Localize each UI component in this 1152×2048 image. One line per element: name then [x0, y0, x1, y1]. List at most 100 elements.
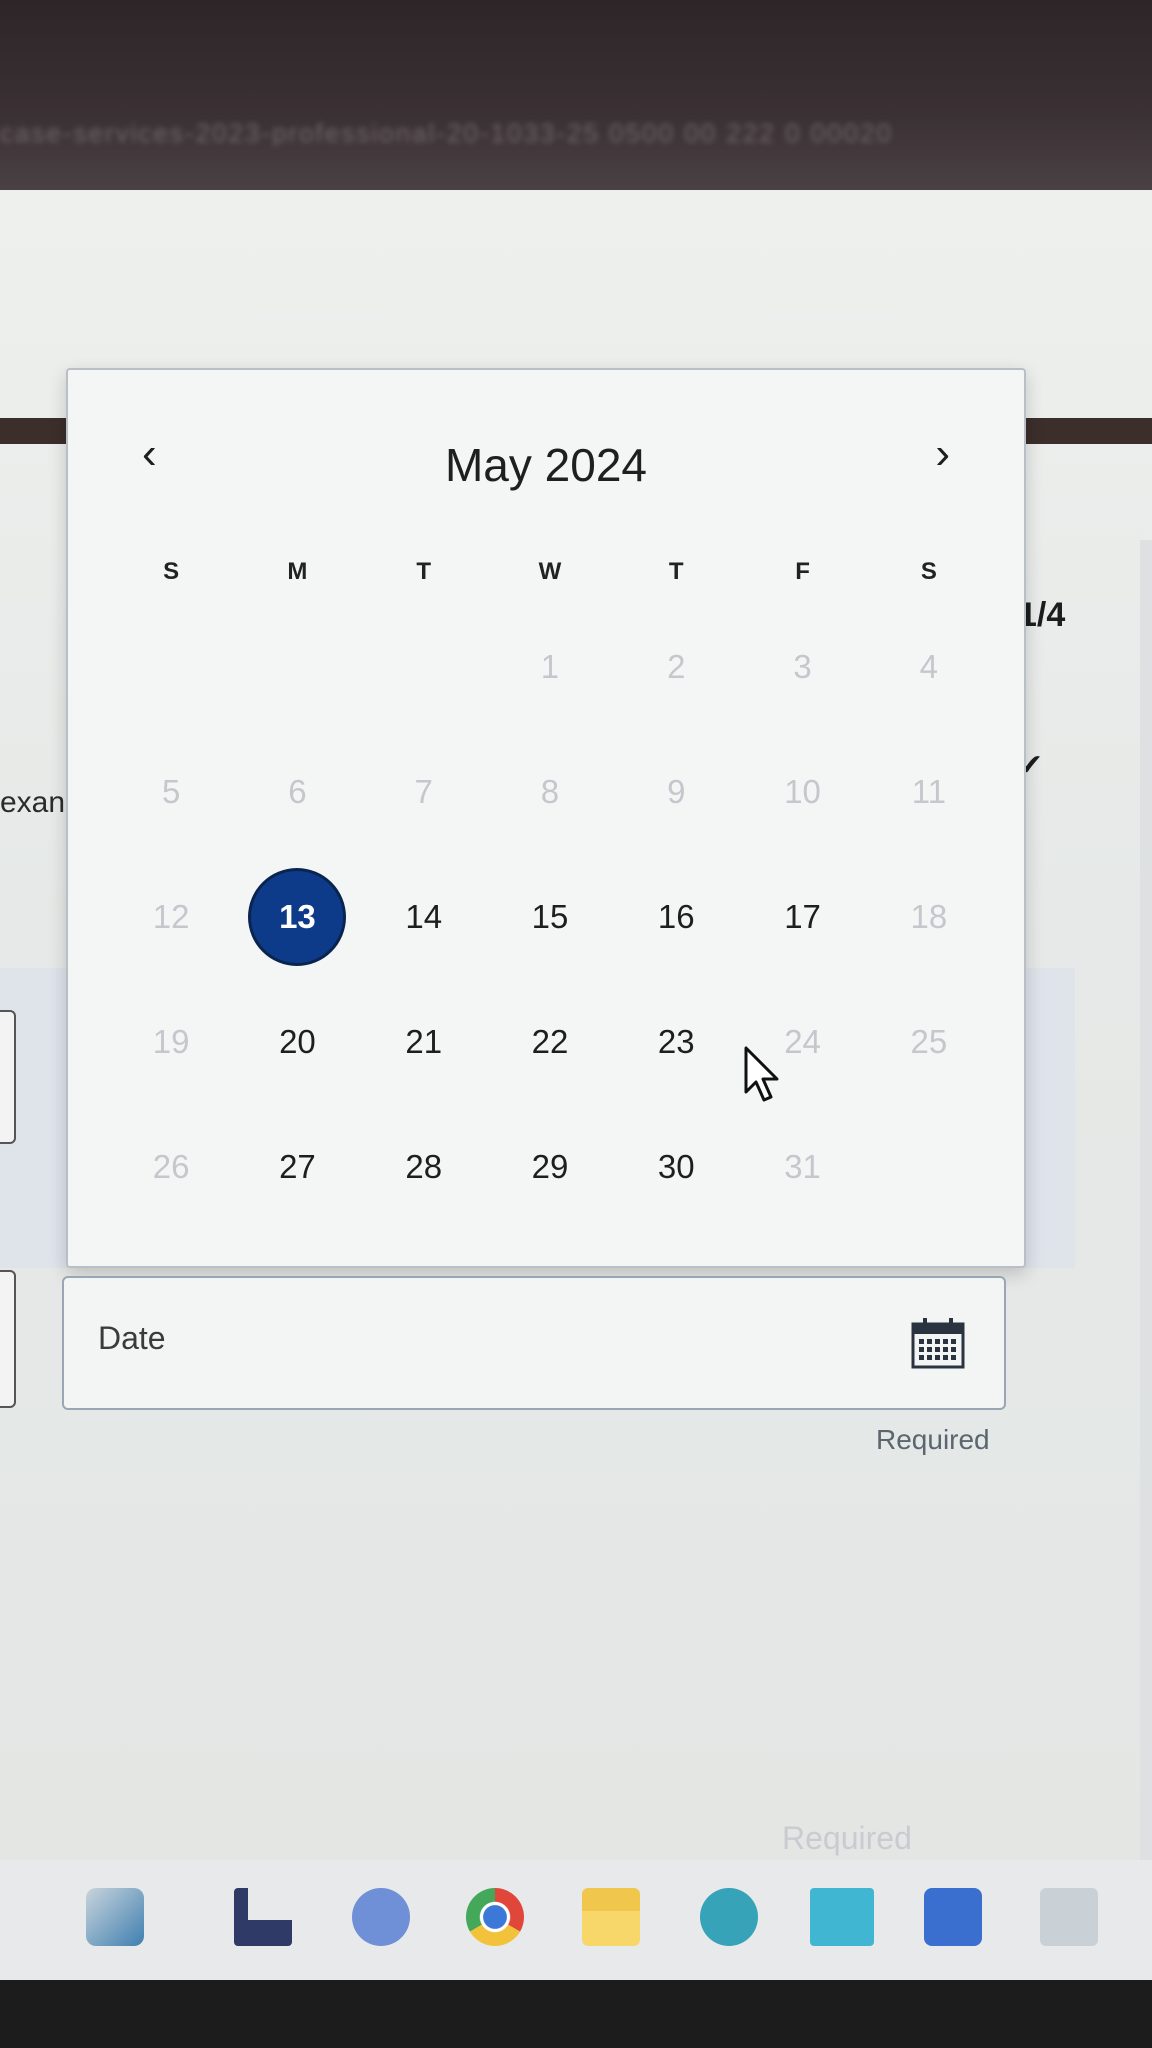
calendar-day-number: 13: [251, 870, 344, 963]
calendar-day: 25: [866, 979, 992, 1104]
calendar-day-number: 19: [152, 1022, 190, 1060]
pen-app-icon[interactable]: [86, 1888, 144, 1946]
calendar-day[interactable]: 21: [361, 979, 487, 1104]
calendar-day-number: 16: [657, 897, 695, 935]
store-icon[interactable]: [924, 1888, 982, 1946]
calendar-week-row: 5 6 7 8 9 10 11: [108, 729, 992, 854]
media-player-icon[interactable]: [1040, 1888, 1098, 1946]
calendar-day-number: 18: [910, 897, 948, 935]
calendar-day-number: 6: [288, 772, 307, 810]
month-year-label: May 2024: [444, 439, 647, 491]
calendar-day-number: 12: [152, 897, 190, 935]
calendar-day-number: 20: [279, 1022, 316, 1060]
calendar-day-number: 15: [531, 897, 569, 935]
calendar-day: 6: [234, 729, 360, 854]
calendar-day[interactable]: 30: [613, 1104, 739, 1229]
folder-icon[interactable]: [582, 1888, 640, 1946]
background-input-edge: [0, 1010, 16, 1144]
calendar-day-number: 28: [405, 1147, 443, 1185]
calendar-week-row: 26 27 28 29 30 31: [108, 1104, 992, 1229]
faded-required-helper: Required: [782, 1820, 912, 1856]
calendar-icon[interactable]: [910, 1316, 966, 1370]
weekday-label: T: [416, 558, 432, 585]
meet-icon[interactable]: [352, 1888, 410, 1946]
calendar-day: 12: [108, 854, 234, 979]
background-text-fragment: exan: [0, 786, 66, 819]
calendar-day[interactable]: 22: [487, 979, 613, 1104]
files-icon[interactable]: [234, 1888, 292, 1946]
calendar-day: 5: [108, 729, 234, 854]
calendar-day: 8: [487, 729, 613, 854]
weekday-header-row: S M T W T F S: [108, 558, 992, 586]
calendar-day-selected[interactable]: 13: [234, 854, 360, 979]
calendar-day-number: 3: [793, 647, 812, 685]
chrome-icon[interactable]: [466, 1888, 524, 1946]
scroll-region-edge: [1140, 540, 1152, 1860]
calendar-header: ‹ May 2024 ›: [68, 370, 1024, 500]
calendar-day[interactable]: 23: [613, 979, 739, 1104]
date-field-label: Date: [98, 1320, 166, 1356]
weekday-label: S: [920, 558, 937, 585]
weekday-label: F: [795, 558, 810, 585]
calendar-day-number: 17: [784, 897, 821, 935]
calendar-day-number: 24: [784, 1022, 821, 1060]
calendar-day[interactable]: 27: [234, 1104, 360, 1229]
calendar-week-row: 12 13 14 15 16 17 18: [108, 854, 992, 979]
chevron-right-icon[interactable]: ›: [935, 432, 950, 476]
calendar-day-number: 23: [657, 1022, 695, 1060]
weekday-label: T: [668, 558, 684, 585]
calendar-day: 10: [739, 729, 865, 854]
header-strip-right: [1022, 418, 1152, 444]
calendar-day: 3: [739, 604, 865, 729]
calendar-day-number: 22: [531, 1022, 569, 1060]
calendar-day[interactable]: 28: [361, 1104, 487, 1229]
calendar-day-number: 27: [279, 1147, 316, 1185]
calendar-day[interactable]: 14: [361, 854, 487, 979]
calendar-day-number: 2: [667, 647, 686, 685]
calendar-day[interactable]: 16: [613, 854, 739, 979]
screen-bezel-top: case-services-2023-professional-20-1033-…: [0, 0, 1152, 190]
help-icon[interactable]: [700, 1888, 758, 1946]
screen-bezel-bottom: [0, 1980, 1152, 2048]
calendar-day-number: 25: [910, 1022, 948, 1060]
mouse-cursor-icon: [744, 1046, 779, 1102]
calendar-day: 1: [487, 604, 613, 729]
url-bar-text[interactable]: case-services-2023-professional-20-1033-…: [0, 118, 1130, 146]
calendar-day-number: 4: [919, 647, 938, 685]
calendar-day-number: 30: [657, 1147, 695, 1185]
calendar-week-row: 1 2 3 4: [108, 604, 992, 729]
weekday-label: M: [287, 558, 308, 585]
calendar-day-number: 21: [405, 1022, 443, 1060]
calendar-week-row: 19 20 21 22 23 24 25: [108, 979, 992, 1104]
calendar-day[interactable]: 20: [234, 979, 360, 1104]
calendar-day-number: 29: [531, 1147, 569, 1185]
calendar-day-number: 5: [161, 772, 181, 810]
calendar-day-number: 11: [911, 772, 946, 810]
calendar-day: 2: [613, 604, 739, 729]
date-input-field[interactable]: Date: [62, 1276, 1006, 1410]
weekday-label: W: [538, 558, 562, 585]
calendar-day[interactable]: 29: [487, 1104, 613, 1229]
calendar-day: 26: [108, 1104, 234, 1229]
calendar-day[interactable]: 17: [739, 854, 865, 979]
header-strip-left: [0, 418, 66, 444]
calendar-day-number: 10: [784, 772, 821, 810]
calendar-day-number: 31: [784, 1147, 821, 1185]
calendar-day: 4: [866, 604, 992, 729]
calendar-day-number: 1: [540, 647, 560, 685]
calendar-day: 19: [108, 979, 234, 1104]
date-required-helper: Required: [876, 1424, 990, 1455]
calendar-day-number: 14: [405, 897, 443, 935]
calendar-day-grid: 1 2 3 4 5 6 7 8 9 10 11 12 13 14 15 16 17 18 19 20 21 22 23 24 2…: [108, 604, 992, 1229]
background-input-edge: [0, 1270, 16, 1408]
calendar-day: 9: [613, 729, 739, 854]
calendar-day: 31: [739, 1104, 865, 1229]
mobile-app-icon[interactable]: [810, 1888, 874, 1946]
calendar-day: 7: [361, 729, 487, 854]
calendar-day: 18: [866, 854, 992, 979]
weekday-label: S: [163, 558, 180, 585]
calendar-day[interactable]: 15: [487, 854, 613, 979]
calendar-day-number: 9: [667, 772, 686, 810]
date-picker-popup: ‹ May 2024 › S M T W T F S 1 2 3 4 5 6 7 8 9 10 11…: [66, 368, 1026, 1268]
calendar-day: 11: [866, 729, 992, 854]
